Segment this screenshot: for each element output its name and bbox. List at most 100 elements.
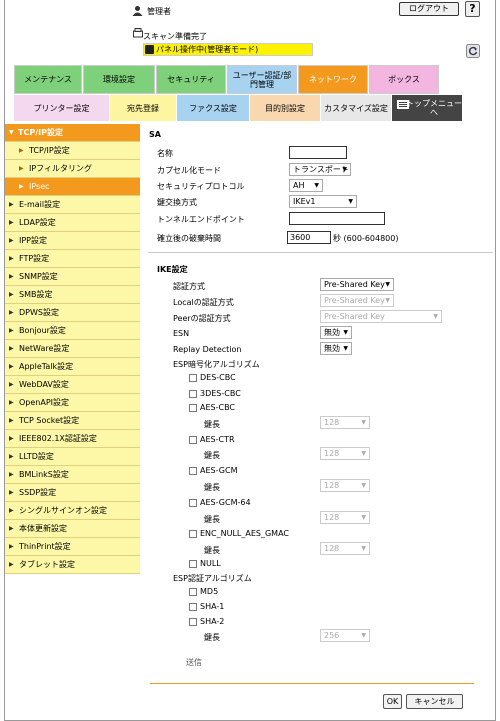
enc-checkbox[interactable] — [189, 467, 197, 475]
sidebar-item[interactable]: NetWare設定 — [5, 340, 140, 358]
scan-status: スキャン準備完了 — [143, 32, 207, 41]
divider — [148, 252, 493, 253]
user-label: 管理者 — [147, 7, 171, 16]
auth-alg-label: SHA-1 — [200, 602, 225, 611]
enc-label: AES-CTR — [200, 435, 235, 444]
panel-status-bar: パネル操作中(管理者モード) — [143, 43, 313, 56]
sidebar-item[interactable]: OpenAPI設定 — [5, 394, 140, 412]
enc-checkbox[interactable] — [189, 374, 197, 382]
discard-field[interactable]: 3600 — [287, 231, 331, 244]
protocol-select[interactable]: AH ▼ — [289, 179, 323, 192]
sidebar-item[interactable]: 本体更新設定 — [5, 520, 140, 538]
key-length-select[interactable]: 128 ▼ — [320, 542, 370, 555]
sidebar-item[interactable]: SNMP設定 — [5, 268, 140, 286]
enc-checkbox[interactable] — [189, 390, 197, 398]
enc-checkbox[interactable] — [189, 436, 197, 444]
auth-alg-checkbox[interactable] — [189, 618, 197, 626]
help-button[interactable]: ? — [465, 1, 480, 17]
key-length-label: 鍵長 — [204, 546, 220, 555]
panel-lock-icon — [145, 45, 154, 54]
auth-alg-checkbox[interactable] — [189, 588, 197, 596]
logout-button[interactable]: ログアウト — [399, 2, 459, 16]
key-length-label: 鍵長 — [204, 483, 220, 492]
replay-select[interactable]: 無効 ▼ — [320, 342, 352, 355]
sidebar-item[interactable]: WebDAV設定 — [5, 376, 140, 394]
enc-checkbox[interactable] — [189, 404, 197, 412]
sidebar-item[interactable]: IEEE802.1X認証設定 — [5, 430, 140, 448]
enc-label: 3DES-CBC — [200, 389, 241, 398]
menu-icon — [397, 100, 409, 109]
sidebar-item[interactable]: LDAP設定 — [5, 214, 140, 232]
footer-divider — [150, 683, 474, 684]
sidebar-item[interactable]: ThinPrint設定 — [5, 538, 140, 556]
cancel-button[interactable]: キャンセル — [406, 694, 463, 709]
sidebar-item[interactable]: Bonjour設定 — [5, 322, 140, 340]
enc-label: AES-GCM-64 — [200, 498, 251, 507]
subtab-printer[interactable]: プリンター設定 — [14, 95, 109, 121]
keyex-select[interactable]: IKEv1 ▼ — [289, 195, 357, 208]
key-length-select[interactable]: 128 ▼ — [320, 416, 370, 429]
sidebar-item[interactable]: E-mail設定 — [5, 196, 140, 214]
esp-enc-label: ESP暗号化アルゴリズム — [173, 360, 260, 369]
user-icon — [132, 6, 143, 16]
subtab-purpose[interactable]: 目的別設定 — [250, 95, 320, 121]
sidebar-item[interactable]: TCP/IP設定 — [5, 124, 140, 142]
enc-checkbox[interactable] — [189, 560, 197, 568]
sidebar-item[interactable]: タブレット設定 — [5, 556, 140, 574]
sa-section-title: SA — [149, 130, 161, 139]
enc-checkbox[interactable] — [189, 499, 197, 507]
local-select[interactable]: Pre-Shared Key ▼ — [320, 294, 394, 307]
key-length-label: 鍵長 — [204, 515, 220, 524]
auth-select[interactable]: Pre-Shared Key ▼ — [320, 278, 394, 291]
subtab-fax[interactable]: ファクス設定 — [177, 95, 249, 121]
sidebar-item[interactable]: DPWS設定 — [5, 304, 140, 322]
key-length-select[interactable]: 128 ▼ — [320, 447, 370, 460]
auth-alg-label: MD5 — [200, 587, 219, 596]
tab-network[interactable]: ネットワーク — [298, 65, 368, 94]
sidebar-item[interactable]: シングルサインオン設定 — [5, 502, 140, 520]
auth-alg-label: SHA-2 — [200, 617, 225, 626]
tab-security[interactable]: セキュリティ — [156, 65, 226, 94]
truncated-label: 送信 — [186, 658, 202, 667]
ok-button[interactable]: OK — [383, 694, 402, 709]
tab-maintenance[interactable]: メンテナンス — [14, 65, 82, 94]
sidebar-item[interactable]: SMB設定 — [5, 286, 140, 304]
sidebar-item[interactable]: IPP設定 — [5, 232, 140, 250]
sidebar: TCP/IP設定TCP/IP設定IPフィルタリングIPsecE-mail設定LD… — [5, 124, 140, 574]
tab-environment[interactable]: 環境設定 — [83, 65, 155, 94]
tunnel-field[interactable] — [289, 212, 385, 225]
enc-label: NULL — [200, 559, 221, 568]
peer-select[interactable]: Pre-Shared Key ▼ — [320, 310, 442, 323]
subtab-address[interactable]: 宛先登録 — [110, 95, 176, 121]
subtab-customize[interactable]: カスタマイズ設定 — [321, 95, 391, 121]
sidebar-item[interactable]: TCP Socket設定 — [5, 412, 140, 430]
key-length-label: 鍵長 — [204, 451, 220, 460]
encap-label: カプセル化モード — [157, 166, 221, 175]
ike-section-title: IKE設定 — [157, 265, 188, 274]
esp-auth-label: ESP認証アルゴリズム — [173, 574, 252, 583]
sidebar-item[interactable]: SSDP設定 — [5, 484, 140, 502]
discard-label: 確立後の破棄時間 — [157, 234, 221, 243]
sidebar-item[interactable]: IPsec — [5, 178, 140, 196]
tab-box[interactable]: ボックス — [369, 65, 439, 94]
sidebar-item[interactable]: AppleTalk設定 — [5, 358, 140, 376]
key-length-select[interactable]: 128 ▼ — [320, 479, 370, 492]
sidebar-item[interactable]: IPフィルタリング — [5, 160, 140, 178]
sidebar-item[interactable]: FTP設定 — [5, 250, 140, 268]
encap-select[interactable]: トランスポート ▼ — [289, 163, 351, 176]
name-field[interactable] — [289, 146, 347, 159]
sidebar-item[interactable]: BMLinkS設定 — [5, 466, 140, 484]
key-length-select[interactable]: 256 ▼ — [320, 629, 370, 642]
refresh-icon[interactable] — [466, 44, 480, 58]
auth-alg-checkbox[interactable] — [189, 603, 197, 611]
name-label: 名称 — [157, 149, 173, 158]
enc-label: ENC_NULL_AES_GMAC — [200, 529, 290, 538]
sidebar-item[interactable]: LLTD設定 — [5, 448, 140, 466]
esn-select[interactable]: 無効 ▼ — [320, 326, 352, 339]
tab-user-auth[interactable]: ユーザー認証/部門管理 — [227, 65, 297, 94]
enc-label: AES-CBC — [200, 403, 236, 412]
key-length-label: 鍵長 — [204, 420, 220, 429]
key-length-select[interactable]: 128 ▼ — [320, 511, 370, 524]
sidebar-item[interactable]: TCP/IP設定 — [5, 142, 140, 160]
enc-checkbox[interactable] — [189, 530, 197, 538]
